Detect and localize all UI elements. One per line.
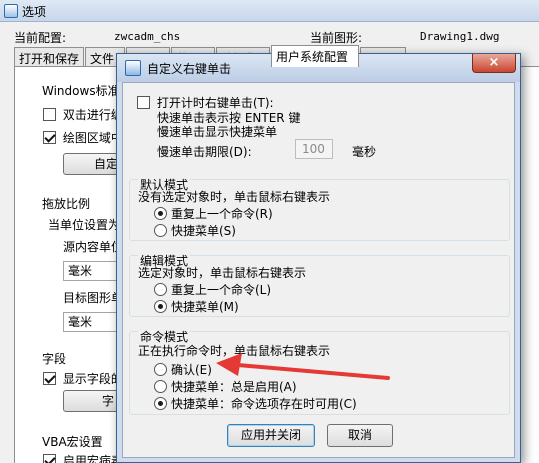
radio-button[interactable] xyxy=(154,363,167,376)
current-config-value: zwcadm_chs xyxy=(114,30,181,43)
slow-click-period-label: 慢速单击期限(D): xyxy=(157,145,252,159)
default-mode-option-repeat[interactable]: 重复上一个命令(R) xyxy=(154,205,273,222)
edit-mode-option-repeat[interactable]: 重复上一个命令(L) xyxy=(154,281,271,298)
apply-close-button[interactable]: 应用并关闭 xyxy=(227,424,315,447)
radio-button[interactable] xyxy=(154,380,167,393)
close-icon[interactable]: × xyxy=(472,54,516,73)
edit-mode-description: 选定对象时，单击鼠标右键表示 xyxy=(138,266,307,280)
double-click-option[interactable]: 双击进行编 xyxy=(43,106,123,123)
windows-standard-label: Windows标准 xyxy=(42,84,120,98)
radio-button[interactable] xyxy=(154,397,167,410)
source-unit-label: 源内容单位 xyxy=(63,240,124,254)
double-click-label: 双击进行编 xyxy=(62,108,123,122)
edit-mode-group: 编辑模式 选定对象时，单击鼠标右键表示 重复上一个命令(L) 快捷菜单(M) xyxy=(129,252,510,317)
option-label: 快捷菜单(M) xyxy=(171,300,239,314)
command-mode-option-confirm[interactable]: 确认(E) xyxy=(154,361,212,378)
option-label: 快捷菜单：命令选项存在时可用(C) xyxy=(171,397,357,411)
edit-mode-option-shortcut[interactable]: 快捷菜单(M) xyxy=(154,298,239,315)
radio-button[interactable] xyxy=(154,283,167,296)
option-label: 快捷菜单：总是启用(A) xyxy=(171,380,297,394)
timed-click-checkbox[interactable] xyxy=(137,96,150,109)
radio-button[interactable] xyxy=(154,224,167,237)
field-label: 字段 xyxy=(42,352,67,366)
draw-area-checkbox[interactable] xyxy=(43,131,56,144)
vba-label: VBA宏设置 xyxy=(42,435,103,449)
dialog-app-icon xyxy=(125,60,141,76)
source-unit-select[interactable]: 毫米 xyxy=(63,261,123,281)
slow-click-text: 慢速单击显示快捷菜单 xyxy=(157,125,278,139)
command-mode-description: 正在执行命令时，单击鼠标右键表示 xyxy=(138,344,331,358)
option-label: 快捷菜单(S) xyxy=(171,224,236,238)
show-field-checkbox[interactable] xyxy=(43,372,56,385)
option-label: 重复上一个命令(L) xyxy=(171,283,272,297)
command-mode-group: 命令模式 正在执行命令时，单击鼠标右键表示 确认(E) 快捷菜单：总是启用(A)… xyxy=(129,328,510,415)
options-title-bar: 选项 xyxy=(0,0,539,22)
tab-user-preferences[interactable]: 用户系统配置 xyxy=(271,45,359,67)
custom-right-click-dialog: 自定义右键单击 × 打开计时右键单击(T): 快速单击表示按 ENTER 键 慢… xyxy=(116,53,521,463)
command-mode-option-when-options[interactable]: 快捷菜单：命令选项存在时可用(C) xyxy=(154,395,357,412)
draw-area-option[interactable]: 绘图区域中 xyxy=(43,129,123,146)
options-window-title: 选项 xyxy=(22,5,47,19)
current-config-label: 当前配置: xyxy=(14,31,67,45)
draw-area-label: 绘图区域中 xyxy=(62,131,123,145)
command-mode-option-always[interactable]: 快捷菜单：总是启用(A) xyxy=(154,378,297,395)
radio-button[interactable] xyxy=(154,300,167,313)
tab-open-save[interactable]: 打开和保存 xyxy=(14,47,84,67)
cancel-button[interactable]: 取消 xyxy=(327,424,393,447)
enable-macro-option[interactable]: 启用宏病毒 xyxy=(43,452,123,463)
slow-click-period-input[interactable]: 100 xyxy=(295,139,333,159)
app-icon xyxy=(4,4,18,18)
show-field-label: 显示字段的 xyxy=(62,372,123,386)
show-field-option[interactable]: 显示字段的 xyxy=(43,370,123,387)
slow-click-unit: 毫秒 xyxy=(352,145,377,159)
current-drawing-value: Drawing1.dwg xyxy=(420,30,500,43)
dialog-body: 打开计时右键单击(T): 快速单击表示按 ENTER 键 慢速单击显示快捷菜单 … xyxy=(122,82,515,458)
double-click-checkbox[interactable] xyxy=(43,108,56,121)
option-label: 重复上一个命令(R) xyxy=(171,207,273,221)
unit-setting-label: 当单位设置为 xyxy=(48,218,121,232)
default-mode-group: 默认模式 没有选定对象时，单击鼠标右键表示 重复上一个命令(R) 快捷菜单(S) xyxy=(129,176,510,241)
dialog-title: 自定义右键单击 xyxy=(147,62,232,76)
default-mode-option-shortcut[interactable]: 快捷菜单(S) xyxy=(154,222,236,239)
enable-macro-checkbox[interactable] xyxy=(43,454,56,463)
current-drawing-label: 当前图形: xyxy=(310,31,363,45)
target-unit-select[interactable]: 毫米 xyxy=(63,312,123,332)
timed-click-label: 打开计时右键单击(T): xyxy=(156,96,274,110)
option-label: 确认(E) xyxy=(171,363,212,377)
radio-button[interactable] xyxy=(154,207,167,220)
default-mode-description: 没有选定对象时，单击鼠标右键表示 xyxy=(138,190,331,204)
drag-scale-label: 拖放比例 xyxy=(42,197,91,211)
target-unit-label: 目标图形单 xyxy=(63,291,124,305)
enable-macro-label: 启用宏病毒 xyxy=(62,454,123,463)
